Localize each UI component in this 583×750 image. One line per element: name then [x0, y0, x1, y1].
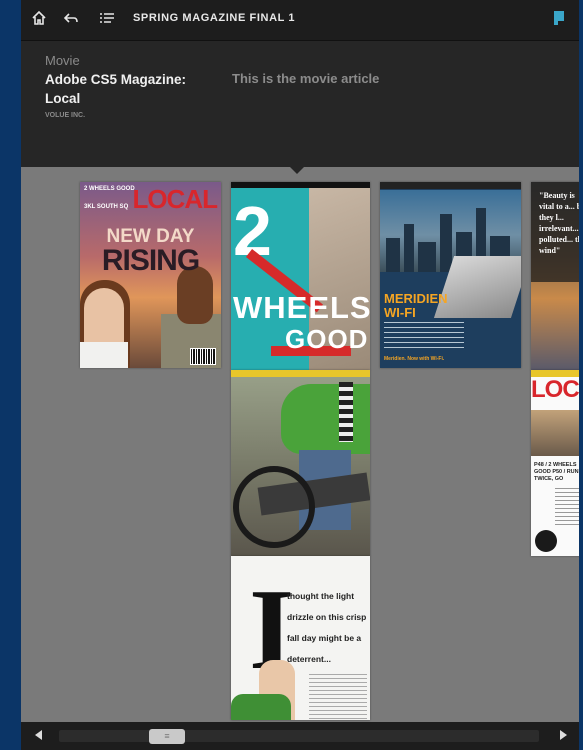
page-thumbnail-article[interactable]: I thought the light drizzle on this cris…	[231, 556, 370, 720]
left-arrow-icon[interactable]	[35, 730, 42, 740]
bicycle-wheel	[233, 466, 315, 548]
article-info-panel: Movie Adobe CS5 Magazine: Local VOLUE IN…	[21, 41, 579, 167]
contents-photo	[531, 410, 579, 456]
bookmark-flag-icon[interactable]	[553, 10, 565, 26]
page-thumbnail-cyclist-photo[interactable]	[231, 370, 370, 556]
cyclist-scarf	[339, 382, 353, 442]
app-viewport: SPRING MAGAZINE FINAL 1 Movie Adobe CS5 …	[21, 0, 579, 750]
bottom-scroll-bar: ≡	[21, 722, 579, 750]
ad-body-text	[384, 322, 464, 352]
quote-text: "Beauty is vital to a... but they l... i…	[539, 191, 579, 255]
scroll-thumb[interactable]: ≡	[149, 729, 185, 744]
scroll-track[interactable]	[59, 730, 539, 742]
building	[386, 238, 400, 272]
contents-list: P48 / 2 WHEELS GOOD P50 / RUN TWICE, GO	[534, 462, 579, 482]
contents-body-lines	[555, 488, 579, 528]
cover-kicker-secondary: 3KL SOUTH SQ	[84, 204, 129, 210]
building	[440, 214, 452, 272]
cyclist-jacket	[281, 384, 370, 454]
circle-badge-icon	[535, 530, 557, 552]
window-frame-right	[579, 0, 583, 750]
building	[418, 242, 436, 272]
article-title: Adobe CS5 Magazine: Local	[45, 72, 187, 106]
top-toolbar: SPRING MAGAZINE FINAL 1	[21, 0, 579, 41]
barcode-icon	[190, 348, 216, 365]
window-frame-left	[0, 0, 21, 750]
page-header-strip	[231, 182, 370, 188]
page-header-strip	[231, 370, 370, 377]
home-icon[interactable]	[29, 10, 49, 30]
back-arrow-icon[interactable]	[61, 10, 81, 30]
publisher-label: VOLUE INC.	[45, 112, 86, 119]
document-title: SPRING MAGAZINE FINAL 1	[133, 12, 296, 24]
cover-logo: LOCAL	[132, 184, 218, 214]
page-thumbnail-local-contents[interactable]: LOCA P48 / 2 WHEELS GOOD P50 / RUN TWICE…	[531, 370, 579, 556]
page-thumbnail-cover-local[interactable]: LOCAL 2 WHEELS GOOD 3KL SOUTH SQ NEW DAY…	[80, 182, 221, 368]
cover-headline-line2: RISING	[101, 244, 200, 277]
ad-title: MERIDIEN WI-FI	[384, 292, 448, 320]
panel-pointer	[290, 167, 304, 174]
contents-logo: LOCA	[531, 376, 579, 403]
article-body-columns	[309, 674, 367, 720]
article-kicker: Movie	[45, 53, 80, 68]
article-description: This is the movie article	[232, 71, 380, 86]
cover-woman-scarf	[80, 342, 128, 368]
green-sleeve-illustration	[231, 694, 291, 720]
ad-footer: Meridien. Now with Wi-Fi.	[384, 356, 445, 362]
right-arrow-icon[interactable]	[560, 730, 567, 740]
building	[404, 224, 414, 272]
page-thumbnail-meridien-wifi[interactable]: MERIDIEN WI-FI Meridien. Now with Wi-Fi.	[380, 182, 521, 368]
ad-title-line2: WI-FI	[384, 305, 416, 320]
ad-title-line1: MERIDIEN	[384, 291, 448, 306]
page-thumbnail-2-wheels-good[interactable]: 2 WHEELS GOOD	[231, 182, 370, 370]
page-thumbnail-quote[interactable]: "Beauty is vital to a... but they l... i…	[531, 182, 579, 370]
page-header-strip	[380, 182, 521, 189]
cover-kicker: 2 WHEELS GOOD	[84, 186, 135, 192]
feature-word-wheels: WHEELS	[233, 290, 370, 325]
article-lede: thought the light drizzle on this crisp …	[287, 591, 367, 664]
feature-word-good: GOOD	[285, 324, 369, 354]
list-icon[interactable]	[97, 10, 117, 30]
